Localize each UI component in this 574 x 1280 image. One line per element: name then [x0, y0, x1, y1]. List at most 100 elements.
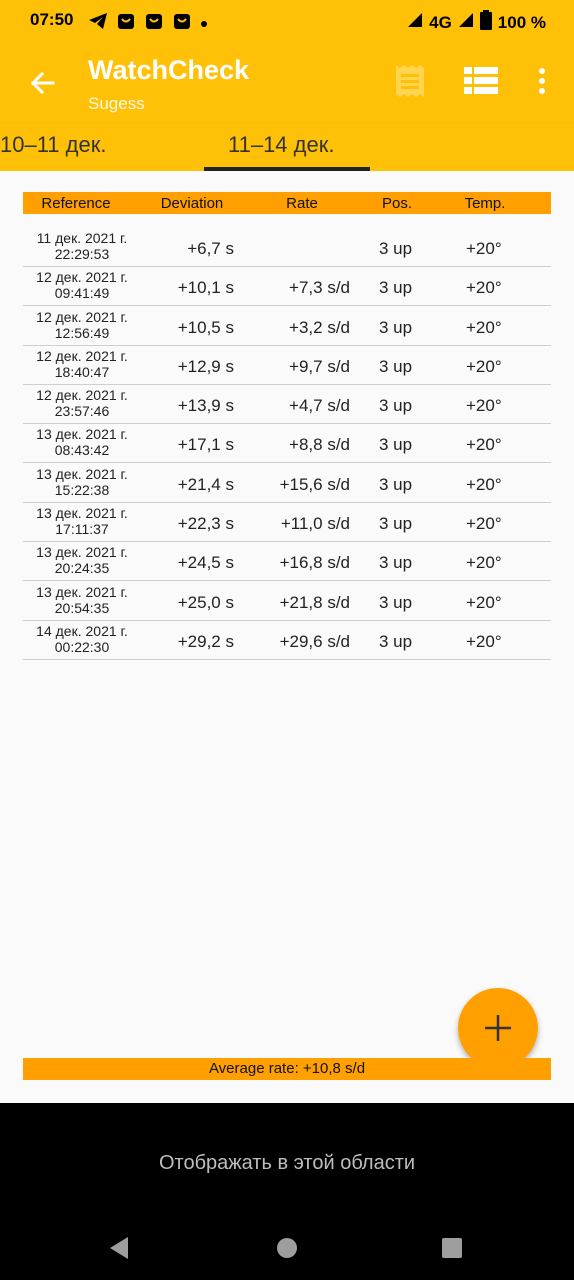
period-tabs: 10–11 дек. 11–14 дек. [0, 123, 574, 171]
table-row[interactable]: 12 дек. 2021 г. 18:40:47 +12,9 s +9,7 s/d 3 … [23, 346, 551, 385]
shopping-bag-icon [116, 11, 136, 36]
deviation-cell: +6,7 s [187, 239, 234, 258]
column-header-deviation: Deviation [160, 195, 224, 212]
nav-recents-button[interactable] [437, 1233, 467, 1263]
deviation-cell: +13,9 s [177, 396, 234, 416]
rate-cell: +15,6 s/d [279, 474, 350, 494]
plus-icon [485, 1015, 511, 1041]
rate-cell: +9,7 s/d [289, 356, 350, 376]
battery-icon [479, 10, 492, 35]
status-bar: 07:50 4G 100 % [0, 0, 574, 41]
rate-cell: +4,7 s/d [289, 396, 350, 416]
report-button[interactable] [390, 61, 430, 101]
app-bar: WatchCheck Sugess [0, 41, 574, 123]
add-measurement-button[interactable] [458, 988, 538, 1068]
receipt-icon [396, 65, 424, 97]
reference-cell: 12 дек. 2021 г. 23:57:46 [23, 387, 141, 419]
reference-time: 23:57:46 [54, 403, 110, 420]
table-row[interactable]: 12 дек. 2021 г. 09:41:49 +10,1 s +7,3 s/d 3 … [23, 267, 551, 307]
measurements-panel: Reference Deviation Rate Pos. Temp. 11 д… [0, 171, 574, 1103]
reference-time: 20:24:35 [54, 560, 110, 577]
reference-date: 13 дек. 2021 г. [36, 583, 128, 600]
signal-icon [458, 12, 474, 33]
reference-date: 13 дек. 2021 г. [36, 426, 128, 443]
reference-time: 12:56:49 [54, 324, 110, 341]
reference-date: 11 дек. 2021 г. [36, 230, 128, 246]
signal-icon [407, 12, 423, 33]
table-row[interactable]: 13 дек. 2021 г. 17:11:37 +22,3 s +11,0 s/d 3… [23, 503, 551, 543]
reference-time: 09:41:49 [54, 285, 110, 302]
rate-cell: +21,8 s/d [279, 592, 350, 612]
overflow-menu-button[interactable] [522, 61, 562, 101]
reference-cell: 13 дек. 2021 г. 17:11:37 [23, 505, 141, 537]
column-header-temp: Temp. [464, 195, 506, 212]
tab-period-1[interactable]: 10–11 дек. [0, 132, 106, 158]
back-button[interactable] [22, 63, 62, 103]
temperature-cell: +20° [466, 317, 502, 337]
temperature-cell: +20° [466, 278, 502, 298]
reference-date: 12 дек. 2021 г. [36, 387, 128, 404]
reference-cell: 14 дек. 2021 г. 00:22:30 [23, 623, 141, 655]
table-row[interactable]: 11 дек. 2021 г. 22:29:53 +6,7 s 3 up +20° [23, 228, 551, 267]
position-cell: 3 up [379, 356, 413, 376]
temperature-cell: +20° [466, 553, 502, 573]
nav-home-button[interactable] [272, 1233, 302, 1263]
square-recents-icon [442, 1238, 462, 1258]
average-rate-bar: Average rate: +10,8 s/d [23, 1058, 551, 1080]
app-title: WatchCheck [88, 55, 250, 85]
temperature-cell: +20° [466, 435, 502, 455]
deviation-cell: +10,5 s [177, 317, 234, 337]
position-cell: 3 up [379, 239, 413, 258]
reference-cell: 13 дек. 2021 г. 20:24:35 [23, 544, 141, 576]
more-vert-icon [539, 68, 545, 94]
reference-cell: 13 дек. 2021 г. 15:22:38 [23, 466, 141, 498]
table-row[interactable]: 13 дек. 2021 г. 08:43:42 +17,1 s +8,8 s/d 3 … [23, 424, 551, 464]
reference-cell: 12 дек. 2021 г. 12:56:49 [23, 309, 141, 341]
rate-cell: +8,8 s/d [289, 435, 350, 455]
notification-icons [88, 11, 208, 36]
deviation-cell: +17,1 s [177, 435, 234, 455]
table-row[interactable]: 13 дек. 2021 г. 15:22:38 +21,4 s +15,6 s/d 3… [23, 464, 551, 503]
deviation-cell: +21,4 s [177, 474, 234, 494]
list-view-button[interactable] [461, 61, 501, 101]
list-icon [464, 67, 498, 94]
temperature-cell: +20° [466, 356, 502, 376]
shopping-bag-icon [172, 11, 192, 36]
deviation-cell: +24,5 s [177, 553, 234, 573]
position-cell: 3 up [379, 514, 413, 534]
table-row[interactable]: 12 дек. 2021 г. 12:56:49 +10,5 s +3,2 s/d 3 … [23, 307, 551, 346]
temperature-cell: +20° [466, 396, 502, 416]
system-display-area: Отображать в этой области [0, 1103, 574, 1280]
dot-icon [200, 15, 208, 33]
telegram-icon [88, 12, 108, 35]
battery-level: 100 % [497, 12, 546, 32]
rate-cell: +29,6 s/d [279, 631, 350, 651]
rate-cell: +7,3 s/d [289, 278, 350, 298]
reference-cell: 11 дек. 2021 г. 22:29:53 [23, 230, 141, 262]
temperature-cell: +20° [466, 239, 502, 258]
reference-time: 00:22:30 [54, 638, 110, 655]
reference-date: 13 дек. 2021 г. [36, 505, 128, 522]
column-header-reference: Reference [41, 195, 111, 212]
nav-back-button[interactable] [104, 1233, 134, 1263]
reference-date: 12 дек. 2021 г. [36, 269, 128, 286]
table-row[interactable]: 13 дек. 2021 г. 20:24:35 +24,5 s +16,8 s/d 3… [23, 542, 551, 582]
deviation-cell: +10,1 s [177, 278, 234, 298]
rate-cell: +11,0 s/d [280, 514, 350, 534]
tab-period-2[interactable]: 11–14 дек. [228, 132, 334, 158]
reference-time: 18:40:47 [54, 363, 110, 380]
reference-cell: 13 дек. 2021 г. 20:54:35 [23, 584, 141, 616]
column-header-pos: Pos. [381, 195, 412, 212]
table-row[interactable]: 13 дек. 2021 г. 20:54:35 +25,0 s +21,8 s/d 3… [23, 582, 551, 621]
deviation-cell: +22,3 s [177, 514, 234, 534]
status-time: 07:50 [30, 10, 74, 29]
reference-time: 20:54:35 [54, 599, 110, 616]
table-row[interactable]: 14 дек. 2021 г. 00:22:30 +29,2 s +29,6 s/d 3… [23, 621, 551, 660]
display-area-text: Отображать в этой области [158, 1152, 416, 1174]
rate-cell: +3,2 s/d [289, 317, 350, 337]
reference-cell: 12 дек. 2021 г. 09:41:49 [23, 269, 141, 301]
temperature-cell: +20° [466, 514, 502, 534]
table-row[interactable]: 12 дек. 2021 г. 23:57:46 +13,9 s +4,7 s/d 3 … [23, 385, 551, 425]
position-cell: 3 up [379, 435, 413, 455]
position-cell: 3 up [379, 317, 413, 337]
